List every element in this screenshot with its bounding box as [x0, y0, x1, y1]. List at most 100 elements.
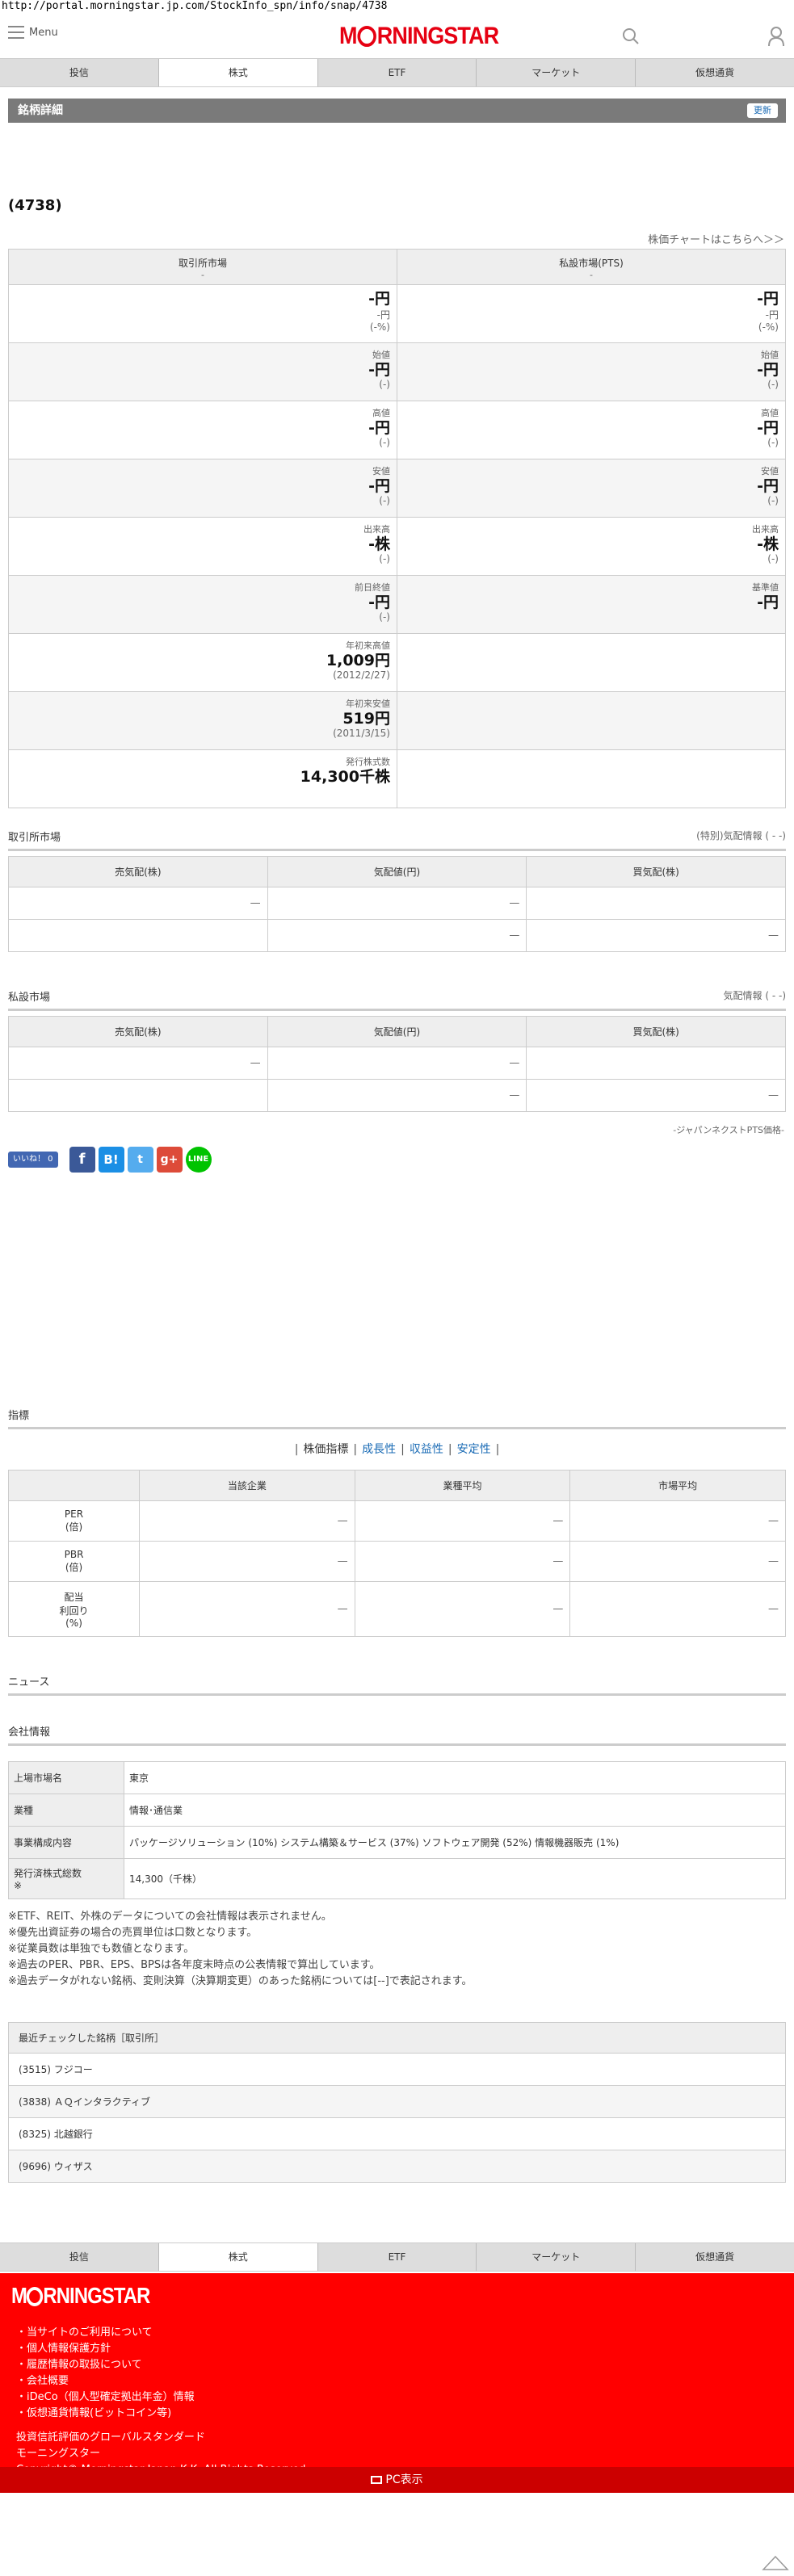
recent-item[interactable]: (3515) フジコー — [8, 2053, 786, 2086]
tab-market[interactable]: マーケット — [477, 2243, 636, 2271]
tab-etf[interactable]: ETF — [317, 59, 477, 86]
user-icon[interactable] — [767, 26, 785, 47]
quote-sub: (-) — [379, 495, 390, 506]
link-price-indicators[interactable]: 株価指標 — [303, 1443, 348, 1456]
site-footer: M RNINGSTAR ・当サイトのご利用について ・個人情報保護方針 ・履歴情報… — [0, 2273, 794, 2493]
table-header: 買気配(株) — [526, 1016, 786, 1047]
address-bar-url[interactable]: http://portal.morningstar.jp.com/StockIn… — [2, 0, 387, 12]
company-title: 会社情報 — [8, 1723, 786, 1746]
exchange-quote-cell: 年初来高値 1,009円 (2012/2/27) — [8, 633, 397, 692]
chart-link[interactable]: 株価チャートはこちらへ＞＞ — [648, 231, 784, 246]
quote-row: -円 -円 (-%) -円 -円 (-%) — [8, 284, 786, 343]
stock-code: (4738) — [8, 197, 62, 214]
footer-link[interactable]: ・iDeCo（個人型確定拠出年金）情報 — [16, 2389, 195, 2406]
footer-link[interactable]: ・会社概要 — [16, 2373, 195, 2389]
table-cell: — — [139, 1581, 355, 1637]
footer-link[interactable]: ・履歴情報の取扱について — [16, 2357, 195, 2373]
indicator-tabs: | 株価指標 | 成長性 | 収益性 | 安定性 | — [294, 1443, 500, 1456]
table-cell: — — [354, 1541, 571, 1582]
table-cell: — — [569, 1541, 786, 1582]
pts-quote-cell: 始値 -円 (-) — [397, 342, 786, 401]
company-key: 事業構成内容 — [8, 1826, 124, 1859]
quote-value: -円 — [368, 361, 390, 379]
scroll-to-top-icon[interactable] — [762, 2555, 789, 2571]
quote-sub: -円 — [376, 309, 390, 321]
tab-market[interactable]: マーケット — [477, 59, 636, 86]
recent-item[interactable]: (8325) 北越銀行 — [8, 2117, 786, 2150]
link-growth[interactable]: 成長性 — [362, 1443, 396, 1456]
pts-board-title: 私設市場 気配情報 ( - -) — [8, 988, 786, 1011]
table-cell: — — [8, 1047, 268, 1080]
hamburger-icon — [8, 26, 24, 39]
note-line: ※過去データがれない銘柄、変則決算（決算期変更）のあった銘柄については[--]で… — [8, 1975, 473, 1987]
footer-link[interactable]: ・個人情報保護方針 — [16, 2341, 195, 2357]
quote-sub: (-) — [767, 553, 779, 564]
morningstar-logo[interactable]: M RNINGSTAR — [339, 23, 499, 50]
menu-button[interactable]: Menu — [8, 26, 58, 39]
quote-label: 始値 — [761, 350, 779, 360]
table-cell: — — [526, 1079, 786, 1112]
table-cell: — — [569, 1581, 786, 1637]
pts-source-note: -ジャパンネクストPTS価格- — [673, 1125, 784, 1135]
google-plus-icon[interactable]: g+ — [156, 1147, 183, 1173]
hatena-bookmark-icon[interactable]: B! — [98, 1147, 124, 1173]
pts-quote-cell: 高値 -円 (-) — [397, 401, 786, 459]
exchange-board-note: (特別)気配情報 ( - -) — [696, 830, 786, 841]
table-header: 気配値(円) — [267, 1016, 527, 1047]
facebook-icon[interactable]: f — [69, 1147, 95, 1173]
quote-sub: (-%) — [369, 321, 390, 333]
tab-funds[interactable]: 投信 — [0, 2243, 159, 2271]
tab-stocks[interactable]: 株式 — [158, 59, 318, 86]
tab-stocks[interactable]: 株式 — [158, 2243, 318, 2271]
quote-row: 発行株式数 14,300千株 — [8, 749, 786, 808]
footer-link[interactable]: ・当サイトのご利用について — [16, 2325, 195, 2341]
table-header: 市場平均 — [569, 1470, 786, 1501]
table-cell: — — [267, 1079, 527, 1112]
tab-etf[interactable]: ETF — [317, 2243, 477, 2271]
table-cell: — — [8, 887, 268, 920]
recent-item[interactable]: (3838) ＡＱインタラクティブ — [8, 2085, 786, 2118]
link-stability[interactable]: 安定性 — [457, 1443, 491, 1456]
exchange-column-header: 取引所市場 - — [8, 249, 397, 285]
tab-funds[interactable]: 投信 — [0, 59, 159, 86]
refresh-button[interactable]: 更新 — [747, 103, 778, 118]
quote-value: -円 — [368, 290, 390, 308]
table-header: 買気配(株) — [526, 856, 786, 887]
news-title: ニュース — [8, 1673, 786, 1696]
line-icon[interactable]: LINE — [185, 1147, 212, 1173]
footer-links: ・当サイトのご利用について ・個人情報保護方針 ・履歴情報の取扱について ・会社… — [16, 2325, 195, 2422]
table-cell: — — [569, 1500, 786, 1542]
pts-column-header: 私設市場(PTS) - — [397, 249, 786, 285]
company-key: 発行済株式総数 ※ — [8, 1858, 124, 1899]
pc-view-button[interactable]: PC表示 — [0, 2467, 794, 2493]
quote-row: 出来高 -株 (-) 出来高 -株 (-) — [8, 517, 786, 576]
table-cell: — — [267, 1047, 527, 1080]
recent-item[interactable]: (9696) ウィザス — [8, 2150, 786, 2183]
facebook-like-button[interactable]: いいね！ 0 — [8, 1152, 58, 1168]
table-cell: — — [354, 1581, 571, 1637]
company-value: 14,300（千株） — [124, 1858, 786, 1899]
company-notes: ※ETF、REIT、外株のデータについての会社情報は表示されません。 ※優先出資… — [8, 1909, 472, 1990]
pts-quote-cell — [397, 633, 786, 692]
company-value: 情報･通信業 — [124, 1794, 786, 1827]
footer-logo[interactable]: M RNINGSTAR — [11, 2283, 150, 2309]
footer-link[interactable]: ・仮想通貨情報(ビットコイン等) — [16, 2406, 195, 2422]
table-cell — [8, 919, 268, 952]
quote-label: 高値 — [372, 408, 390, 418]
tab-crypto[interactable]: 仮想通貨 — [636, 2243, 794, 2271]
quote-label: 基準値 — [752, 582, 779, 593]
table-cell — [526, 1047, 786, 1080]
search-icon[interactable] — [622, 27, 640, 45]
table-cell — [526, 887, 786, 920]
company-key: 業種 — [8, 1794, 124, 1827]
tab-crypto[interactable]: 仮想通貨 — [636, 59, 794, 86]
pts-quote-cell: 基準値 -円 — [397, 575, 786, 634]
link-profitability[interactable]: 収益性 — [410, 1443, 443, 1456]
quote-sub: (-) — [379, 553, 390, 564]
quote-row: 年初来高値 1,009円 (2012/2/27) — [8, 633, 786, 692]
twitter-icon[interactable]: t — [127, 1147, 153, 1173]
note-line: ※ETF、REIT、外株のデータについての会社情報は表示されません。 — [8, 1911, 332, 1923]
quote-label: 発行株式数 — [346, 757, 390, 767]
table-header: 業種平均 — [354, 1470, 571, 1501]
table-header: 気配値(円) — [267, 856, 527, 887]
